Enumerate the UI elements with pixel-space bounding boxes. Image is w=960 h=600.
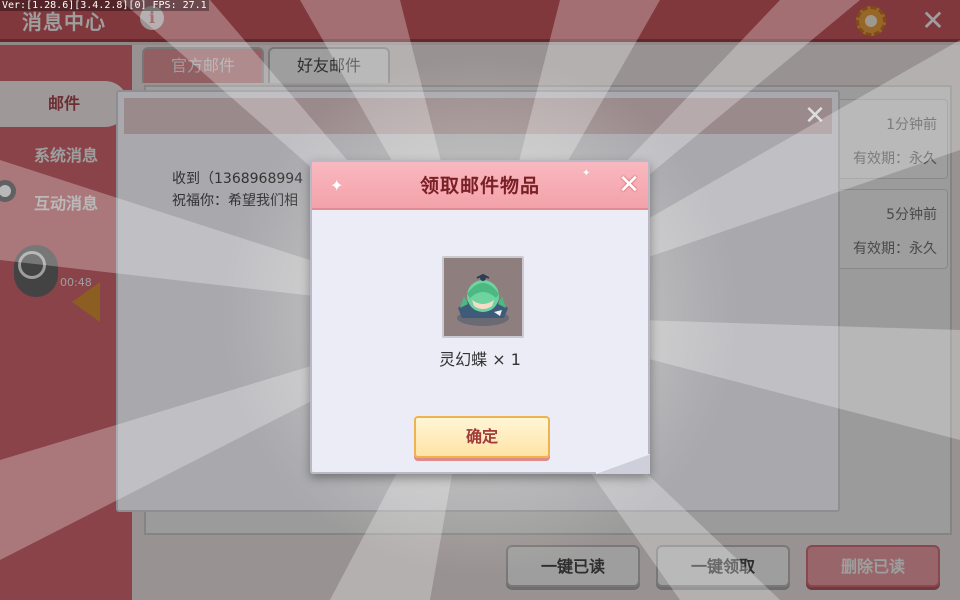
popup-header: ✦ ✦ 领取邮件物品 ✕ xyxy=(312,162,648,210)
popup-title: 领取邮件物品 xyxy=(419,175,540,197)
item-character-icon xyxy=(457,273,509,326)
mail-detail-sender: 收到（1368968994 xyxy=(172,171,304,187)
reward-item-slot[interactable] xyxy=(442,256,524,338)
mail-detail-header xyxy=(124,98,832,134)
mail-detail-message: 祝福你：希望我们相 xyxy=(172,193,298,209)
close-icon[interactable]: ✕ xyxy=(616,172,642,198)
confirm-button[interactable]: 确定 xyxy=(414,416,550,458)
page-curl-decoration xyxy=(596,454,650,474)
close-icon[interactable]: ✕ xyxy=(801,102,829,130)
reward-item-name: 灵幻蝶 × 1 xyxy=(439,350,521,369)
reward-popup: ✦ ✦ 领取邮件物品 ✕ 灵幻蝶 × 1 确定 xyxy=(310,160,650,474)
version-text: Ver:[1.28.6][3.4.2.8][0] FPS: 27.1 xyxy=(0,0,209,11)
